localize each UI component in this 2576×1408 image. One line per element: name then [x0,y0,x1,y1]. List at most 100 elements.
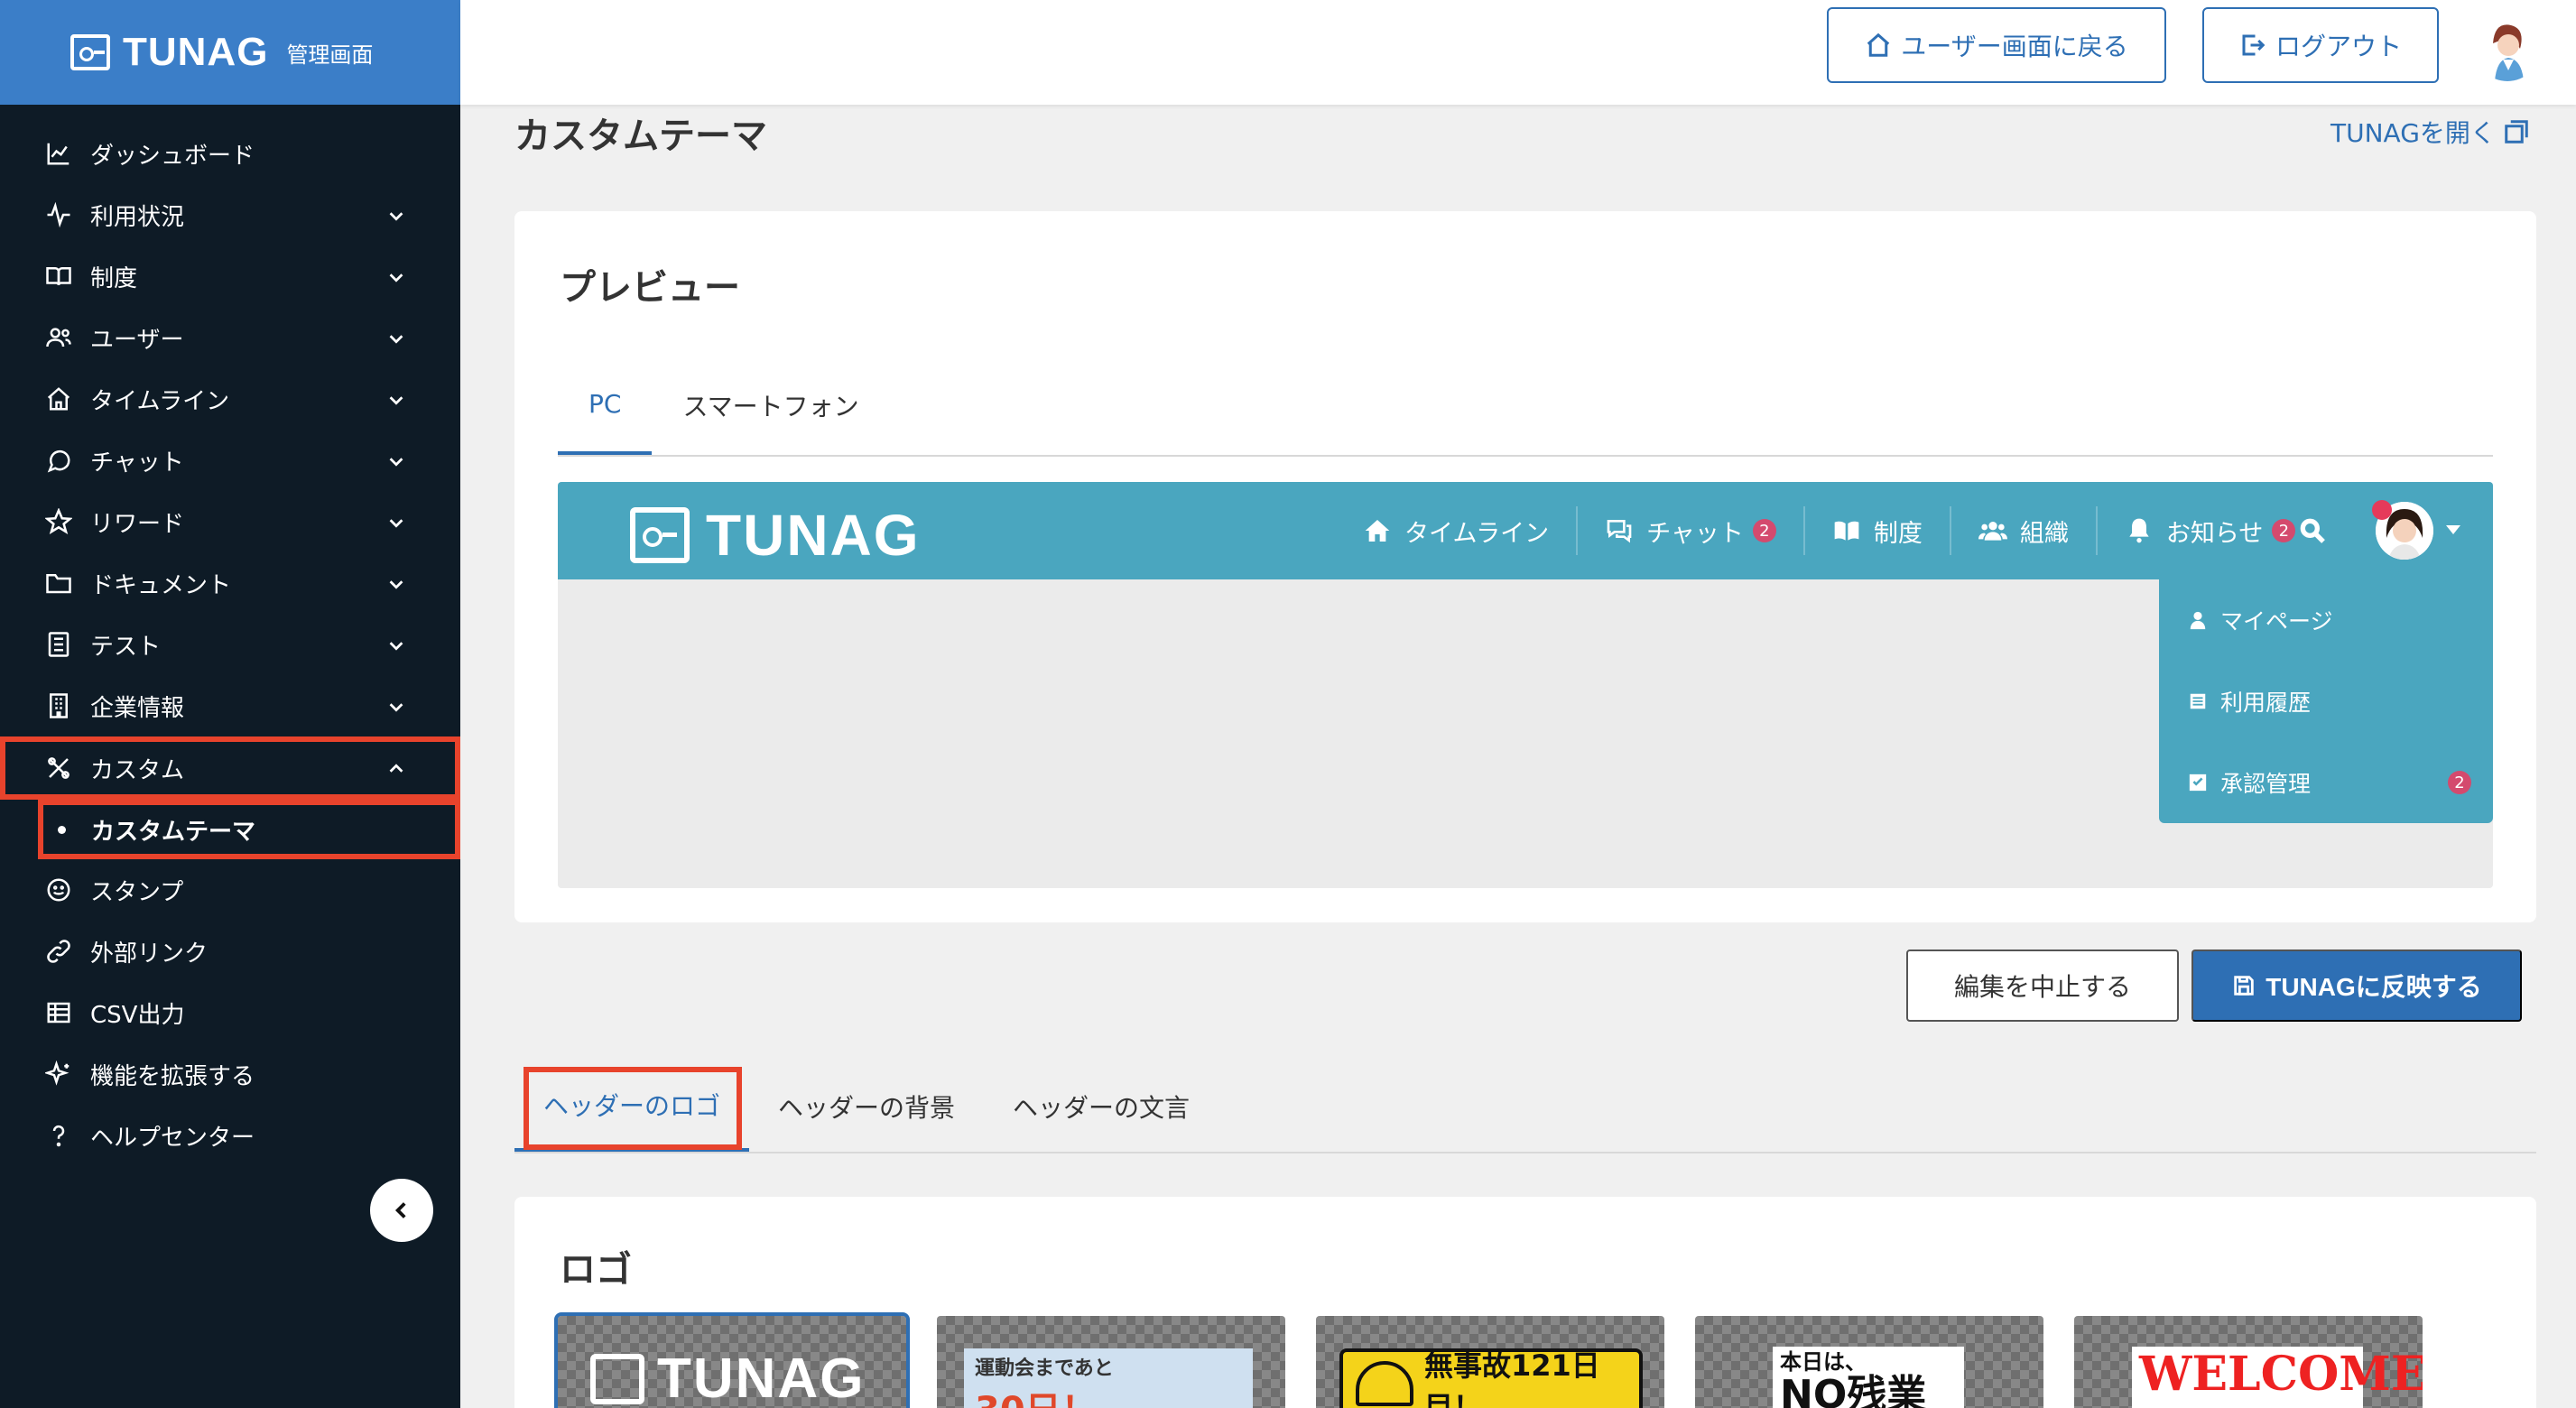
cancel-edit-button[interactable]: 編集を中止する [1906,949,2179,1022]
bullet-dot [58,825,66,834]
sidebar-item-help[interactable]: ヘルプセンター [0,1105,460,1166]
sidebar-item-test[interactable]: テスト [0,614,460,675]
sidebar-item-extend[interactable]: 機能を拡張する [0,1043,460,1105]
brand-header[interactable]: TUNAG 管理画面 [0,0,460,105]
tunag-logo-icon [70,34,110,70]
sidebar-item-label: 利用状況 [90,203,185,231]
users-icon [1978,522,2007,541]
building-icon [45,692,72,719]
preview-nav-label: 組織 [2019,519,2069,548]
logo-thumb-no-overtime[interactable]: 本日は、 NO残業DAY [1695,1316,2043,1408]
star-icon [45,508,72,535]
logout-label: ログアウト [2275,32,2402,60]
preview-nav-label: チャット [1646,519,1744,548]
sidebar-item-reward[interactable]: リワード [0,491,460,552]
sidebar-item-label: ドキュメント [90,571,232,599]
open-tunag-link[interactable]: TUNAGを開く [2330,114,2530,150]
thumb-content: 本日は、 NO残業DAY [1773,1347,1964,1408]
users-icon [45,324,72,351]
sidebar-item-label: ヘルプセンター [90,1124,255,1152]
tab-pc[interactable]: PC [558,356,653,455]
header-preview: TUNAG タイムライン チャット 2 制度 組織 お知らせ 2 マイページ 利… [558,482,2493,888]
sidebar-item-stamp[interactable]: スタンプ [0,859,460,921]
avatar[interactable] [2475,16,2540,81]
logo-thumb-welcome[interactable]: WELCOME [2074,1316,2423,1408]
preview-logo-text: TUNAG [706,503,921,568]
dropdown-label: マイページ [2220,608,2333,635]
preview-nav-label: 制度 [1873,519,1923,548]
chevron-down-icon [386,266,406,286]
thumb-content: TUNAG [590,1347,865,1408]
thumb-content: WELCOME [2132,1347,2423,1408]
chevron-down-icon [386,512,406,532]
sidebar-item-label: CSV出力 [90,1001,185,1029]
sidebar-item-dashboard[interactable]: ダッシュボード [0,123,460,184]
chat-icon [1607,520,1632,543]
preview-logo: TUNAG [630,502,921,569]
approval-badge: 2 [2448,771,2471,794]
preview-nav-notice: お知らせ 2 [2098,506,2322,555]
tunag-logo-icon [590,1353,644,1404]
back-to-user-screen-button[interactable]: ユーザー画面に戻る [1827,7,2166,83]
sidebar-item-chat[interactable]: チャット [0,430,460,491]
checklist-icon [45,631,72,658]
dropdown-item-mypage: マイページ [2159,579,2493,661]
helmet-icon [1356,1361,1413,1406]
logo-card: ロゴ TUNAG 運動会まであと 30日！ 無事故121日目！ 本日は、 NO残… [514,1197,2536,1408]
preview-nav-organization: 組織 [1951,506,2098,555]
top-bar: ユーザー画面に戻る ログアウト [460,0,2576,105]
thumb-content: 運動会まであと 30日！ [964,1348,1253,1408]
sidebar-item-usage[interactable]: 利用状況 [0,184,460,245]
dropdown-item-history: 利用履歴 [2159,661,2493,742]
sidebar-item-label: 企業情報 [90,694,185,722]
logout-button[interactable]: ログアウト [2202,7,2439,83]
tab-header-background[interactable]: ヘッダーの背景 [749,1061,984,1152]
tab-header-text[interactable]: ヘッダーの文言 [984,1061,1219,1152]
sidebar-item-label: テスト [90,633,162,661]
thumb-text: 無事故121日目！ [1424,1348,1600,1408]
chevron-left-icon [394,1202,406,1218]
sidebar-item-label: チャット [90,449,184,477]
sidebar-item-system[interactable]: 制度 [0,245,460,307]
chevron-down-icon [386,635,406,654]
sidebar-subitem-custom-theme[interactable]: カスタムテーマ [38,800,460,859]
chat-bubble-icon [45,447,72,474]
chat-badge: 2 [1752,519,1776,542]
sidebar-item-custom[interactable]: カスタム [0,736,460,800]
sidebar-item-company[interactable]: 企業情報 [0,675,460,736]
sidebar-item-csv[interactable]: CSV出力 [0,982,460,1043]
sidebar-item-external-link[interactable]: 外部リンク [0,921,460,982]
logo-thumb-no-accident[interactable]: 無事故121日目！ [1316,1316,1664,1408]
thumb-text: 運動会まであと [975,1357,1114,1380]
sidebar-item-label: タイムライン [90,387,230,415]
thumb-big-text: 30日！ [975,1381,1242,1408]
logo-thumb-sports-day[interactable]: 運動会まであと 30日！ [937,1316,1285,1408]
sidebar-item-timeline[interactable]: タイムライン [0,368,460,430]
brand-name: TUNAG [123,30,269,74]
preview-nav-label: お知らせ [2165,519,2264,548]
apply-to-tunag-button[interactable]: TUNAGに反映する [2191,949,2522,1022]
tunag-logo-icon [630,507,690,563]
sidebar-collapse-button[interactable] [370,1179,433,1242]
logo-thumb-tunag[interactable]: TUNAG [554,1312,910,1408]
book-icon [45,263,72,290]
chevron-down-icon [386,205,406,225]
back-to-user-screen-label: ユーザー画面に戻る [1901,32,2128,60]
chevron-down-icon [386,328,406,347]
table-icon [45,999,72,1026]
book-icon [1834,521,1859,541]
save-icon [2234,976,2254,996]
dropdown-item-approval: 承認管理 2 [2159,742,2493,823]
tab-smartphone[interactable]: スマートフォン [652,356,889,455]
dropdown-label: 利用履歴 [2220,690,2312,716]
thumb-content: 無事故121日目！ [1339,1348,1643,1408]
sidebar-item-label: ユーザー [90,326,184,354]
preview-nav-label: タイムライン [1404,519,1550,548]
home-icon [1365,520,1390,542]
sidebar-item-users[interactable]: ユーザー [0,307,460,368]
preview-header-bar: TUNAG タイムライン チャット 2 制度 組織 お知らせ 2 [558,482,2493,579]
annotation-highlight-box [524,1067,742,1150]
apply-to-tunag-label: TUNAGに反映する [2266,973,2482,1001]
logo-section-title: ロゴ [560,1249,632,1291]
sidebar-item-document[interactable]: ドキュメント [0,552,460,614]
